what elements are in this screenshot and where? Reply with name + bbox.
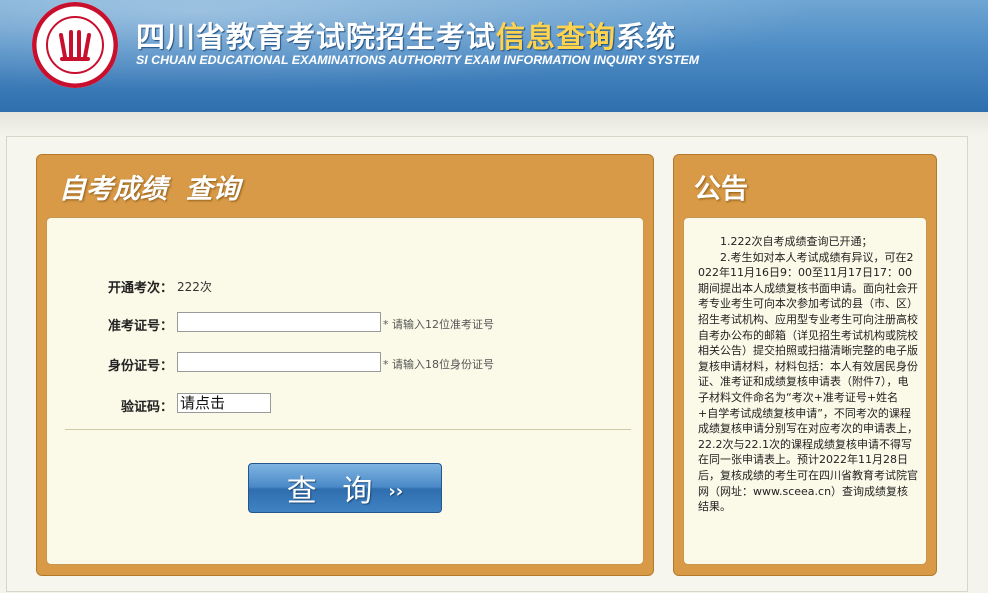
exam-id-hint: * 请输入12位准考证号 [383, 318, 494, 331]
session-value: 222次 [177, 280, 212, 294]
notice-item: 1.222次自考成绩查询已开通； [720, 235, 873, 248]
notice-body: 1.222次自考成绩查询已开通； 2.考生如对本人考试成绩有异议，可在2022年… [683, 217, 927, 565]
id-card-row: 身份证号： * 请输入18位身份证号 [47, 352, 643, 376]
captcha-click-box[interactable]: 请点击 [177, 393, 271, 413]
form-divider [65, 429, 631, 430]
query-form: 开通考次： 222次 准考证号： * 请输入12位准考证号 身份证号： * 请输… [46, 217, 644, 565]
exam-id-input[interactable] [177, 312, 381, 332]
site-title: 四川省教育考试院招生考试信息查询系统 [136, 20, 677, 54]
exam-id-row: 准考证号： * 请输入12位准考证号 [47, 312, 643, 336]
query-panel-title: 自考成绩 查询 [59, 174, 240, 205]
notice-item: 2.考生如对本人考试成绩有异议，可在2022年11月16日9：00至11月17日… [698, 250, 918, 514]
captcha-row: 验证码： 请点击 [47, 393, 643, 417]
site-header: 四川省教育考试院招生考试信息查询系统 SI CHUAN EDUCATIONAL … [0, 0, 988, 112]
session-label: 开通考次： [107, 281, 173, 296]
score-query-panel: 自考成绩 查询 开通考次： 222次 准考证号： * 请输入12位准考证号 身份… [36, 154, 654, 576]
id-card-hint: * 请输入18位身份证号 [383, 358, 494, 371]
session-row: 开通考次： 222次 [47, 274, 643, 298]
query-button-label: 查 询 [286, 474, 381, 509]
site-title-highlight: 信息查询 [496, 20, 617, 54]
site-subtitle: SI CHUAN EDUCATIONAL EXAMINATIONS AUTHOR… [136, 53, 700, 67]
seal-logo-icon [33, 3, 117, 87]
double-chevron-right-icon: ›› [388, 481, 404, 502]
sceea-seal-logo [32, 2, 118, 88]
id-card-label: 身份证号： [107, 359, 173, 374]
notice-panel: 公告 1.222次自考成绩查询已开通； 2.考生如对本人考试成绩有异议，可在20… [673, 154, 937, 576]
captcha-label: 验证码： [120, 400, 173, 415]
exam-id-label: 准考证号： [107, 319, 173, 334]
id-card-input[interactable] [177, 352, 381, 372]
header-separator [0, 112, 988, 136]
query-button[interactable]: 查 询 ›› [248, 463, 442, 513]
notice-text: 1.222次自考成绩查询已开通； 2.考生如对本人考试成绩有异议，可在2022年… [698, 234, 918, 515]
notice-panel-title: 公告 [694, 174, 748, 205]
